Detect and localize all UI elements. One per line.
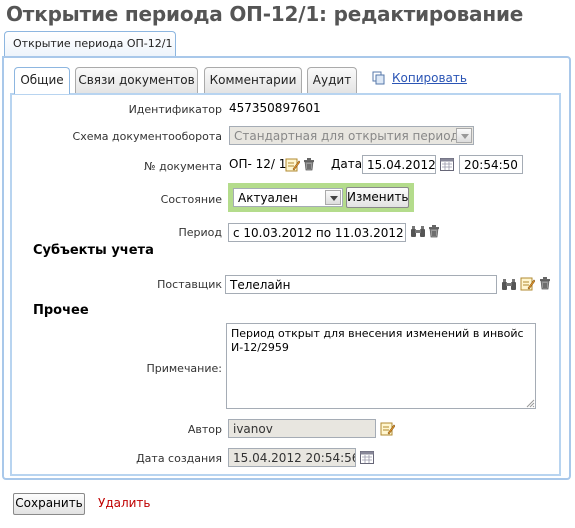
resize-handle-icon[interactable]: [525, 398, 535, 408]
identifier-value: 457350897601: [229, 101, 321, 115]
scheme-select: Стандартная для открытия периода: [229, 126, 474, 145]
identifier-label: Идентификатор: [128, 103, 222, 116]
calendar-icon[interactable]: [440, 157, 454, 171]
time-input[interactable]: 20:54:50: [459, 155, 523, 174]
trash-icon[interactable]: [539, 277, 551, 290]
change-state-button[interactable]: Изменить: [346, 187, 409, 208]
edit-icon[interactable]: [380, 421, 395, 436]
state-select[interactable]: Актуален: [233, 188, 343, 207]
other-heading: Прочее: [33, 303, 89, 318]
tab-comments[interactable]: Комментарии: [204, 67, 302, 93]
date-label: Дата:: [331, 157, 367, 171]
tab-general[interactable]: Общие: [14, 67, 70, 94]
created-input: 15.04.2012 20:54:56: [228, 448, 356, 467]
created-label: Дата создания: [136, 452, 222, 465]
date-input[interactable]: 15.04.2012: [362, 155, 436, 174]
binoculars-icon[interactable]: [501, 278, 517, 291]
trash-icon[interactable]: [303, 158, 315, 171]
doc-number-value: ОП- 12/ 1: [229, 157, 287, 171]
chevron-down-icon: [325, 190, 341, 205]
subjects-heading: Субъекты учета: [33, 243, 154, 258]
calendar-icon[interactable]: [360, 450, 374, 464]
supplier-label: Поставщик: [157, 278, 222, 291]
doc-number-label: № документа: [144, 160, 222, 173]
delete-link[interactable]: Удалить: [98, 496, 151, 510]
tab-audit[interactable]: Аудит: [307, 67, 357, 93]
author-input: ivanov: [228, 419, 376, 438]
binoculars-icon[interactable]: [410, 225, 426, 238]
page-title: Открытие периода ОП-12/1: редактирование: [6, 2, 524, 26]
tab-document-links[interactable]: Связи документов: [75, 67, 198, 93]
author-label: Автор: [187, 423, 222, 436]
state-select-value: Актуален: [238, 191, 298, 205]
outer-tab-open-period[interactable]: Открытие периода ОП-12/1: [4, 31, 176, 56]
chevron-down-icon: [456, 128, 472, 143]
period-label: Период: [178, 226, 222, 239]
scheme-select-value: Стандартная для открытия периода: [234, 129, 467, 143]
trash-icon[interactable]: [428, 225, 440, 238]
edit-icon[interactable]: [520, 276, 535, 291]
state-label: Состояние: [160, 193, 222, 206]
supplier-input[interactable]: Телелайн: [225, 275, 497, 294]
scheme-label: Схема документооборота: [72, 130, 222, 143]
copy-icon: [372, 71, 385, 85]
note-label: Примечание:: [146, 362, 222, 375]
period-input[interactable]: с 10.03.2012 по 11.03.2012: [228, 223, 406, 242]
copy-link-label[interactable]: Копировать: [392, 71, 467, 85]
save-button[interactable]: Сохранить: [13, 493, 85, 515]
note-textarea[interactable]: Период открыт для внесения изменений в и…: [226, 323, 536, 409]
edit-icon[interactable]: [285, 157, 300, 172]
